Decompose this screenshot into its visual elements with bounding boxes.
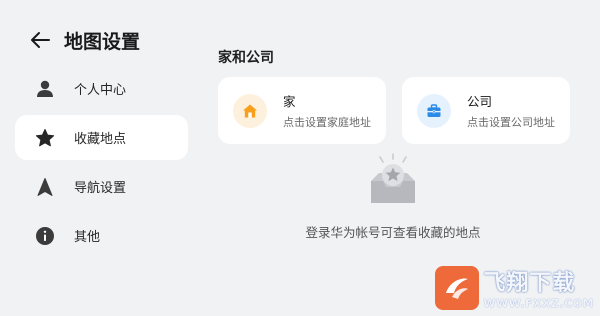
home-card[interactable]: 家 点击设置家庭地址 (218, 77, 386, 144)
home-card-title: 家 (283, 94, 296, 109)
watermark-url: WWW.FXXZ.COM (483, 297, 594, 310)
inbox-star-icon (365, 153, 421, 207)
navigation-arrow-icon (34, 176, 56, 198)
header: 地图设置 (28, 26, 140, 54)
sidebar-item-personal-center[interactable]: 个人中心 (15, 66, 188, 111)
page-title: 地图设置 (64, 30, 141, 53)
sidebar-item-favorites[interactable]: 收藏地点 (15, 115, 188, 160)
person-icon (34, 78, 56, 100)
company-card-subtitle: 点击设置公司地址 (467, 116, 555, 129)
section-title: 家和公司 (218, 50, 274, 66)
home-icon (233, 93, 267, 128)
sidebar-item-label: 个人中心 (74, 83, 127, 98)
home-card-subtitle: 点击设置家庭地址 (283, 116, 371, 129)
back-button[interactable] (28, 28, 52, 52)
watermark-title: 飞翔下载 (483, 271, 576, 296)
sidebar-item-navigation-settings[interactable]: 导航设置 (15, 164, 188, 209)
sidebar-item-label: 导航设置 (74, 181, 127, 196)
empty-state-text: 登录华为帐号可查看收藏的地点 (305, 225, 481, 240)
star-icon (34, 127, 56, 149)
arrow-left-icon (31, 32, 50, 48)
company-card-title: 公司 (467, 94, 493, 109)
company-card[interactable]: 公司 点击设置公司地址 (402, 77, 570, 144)
watermark: 飞翔下载 WWW.FXXZ.COM (435, 265, 594, 310)
briefcase-icon (417, 93, 451, 128)
watermark-logo (435, 265, 480, 310)
sidebar-item-label: 收藏地点 (74, 132, 127, 147)
